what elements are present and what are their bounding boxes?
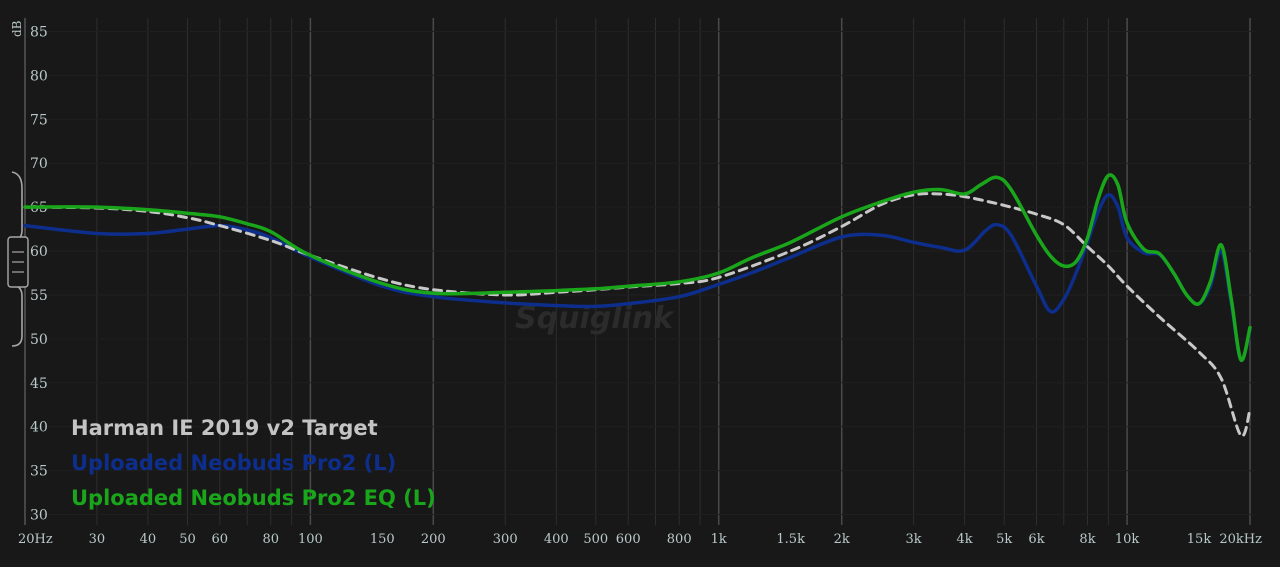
- y-axis-unit-label: dB: [10, 20, 24, 37]
- y-axis-ticks: 858075706560555045403530: [30, 25, 48, 524]
- x-tick-label: 80: [263, 532, 280, 547]
- y-tick-label: 50: [30, 332, 48, 348]
- y-tick-label: 45: [30, 376, 48, 392]
- x-tick-label: 3k: [906, 532, 922, 547]
- x-tick-label: 400: [544, 532, 569, 547]
- x-tick-label: 500: [583, 532, 608, 547]
- x-tick-label: 150: [370, 532, 395, 547]
- x-tick-label: 200: [421, 532, 446, 547]
- x-tick-label: 50: [179, 532, 196, 547]
- x-tick-label: 2k: [834, 532, 850, 547]
- x-tick-label: 10k: [1115, 532, 1140, 547]
- legend-entry[interactable]: Uploaded Neobuds Pro2 EQ (L): [71, 486, 436, 510]
- legend-entry[interactable]: Harman IE 2019 v2 Target: [71, 416, 378, 440]
- y-tick-label: 70: [30, 156, 48, 172]
- y-tick-label: 80: [30, 68, 48, 84]
- y-tick-label: 75: [30, 112, 48, 128]
- x-tick-label: 6k: [1028, 532, 1044, 547]
- x-axis-ticks: 20Hz 30 40 50 60 80 100 150 200 300 400 500 600 800 1k…: [18, 532, 1262, 547]
- y-tick-label: 55: [30, 288, 48, 304]
- x-tick-label: 1k: [711, 532, 727, 547]
- y-tick-label: 35: [30, 464, 48, 480]
- legend: Harman IE 2019 v2 Target Uploaded Neobuds…: [71, 416, 436, 510]
- frequency-response-graph: Squiglink 858075706560555045403530 20Hz 3…: [7, 18, 1262, 547]
- x-tick-label: 5k: [996, 532, 1012, 547]
- y-tick-label: 60: [30, 244, 48, 260]
- x-tick-label: 20Hz: [18, 532, 53, 547]
- x-tick-label: 1.5k: [776, 532, 805, 547]
- x-tick-label: 30: [89, 532, 106, 547]
- x-tick-label: 300: [493, 532, 518, 547]
- x-tick-label: 4k: [957, 532, 973, 547]
- x-tick-label: 800: [667, 532, 692, 547]
- x-tick-label: 15k: [1187, 532, 1212, 547]
- x-tick-label: 60: [212, 532, 229, 547]
- x-tick-label: 600: [616, 532, 641, 547]
- x-tick-label: 100: [298, 532, 323, 547]
- y-tick-label: 85: [30, 25, 48, 41]
- y-tick-label: 30: [30, 508, 48, 524]
- x-tick-label: 40: [140, 532, 157, 547]
- legend-entry[interactable]: Uploaded Neobuds Pro2 (L): [71, 451, 396, 475]
- grid-lines: [24, 18, 1255, 525]
- y-tick-label: 40: [30, 420, 48, 436]
- x-tick-label: 8k: [1079, 532, 1095, 547]
- x-tick-label: 20kHz: [1219, 532, 1262, 547]
